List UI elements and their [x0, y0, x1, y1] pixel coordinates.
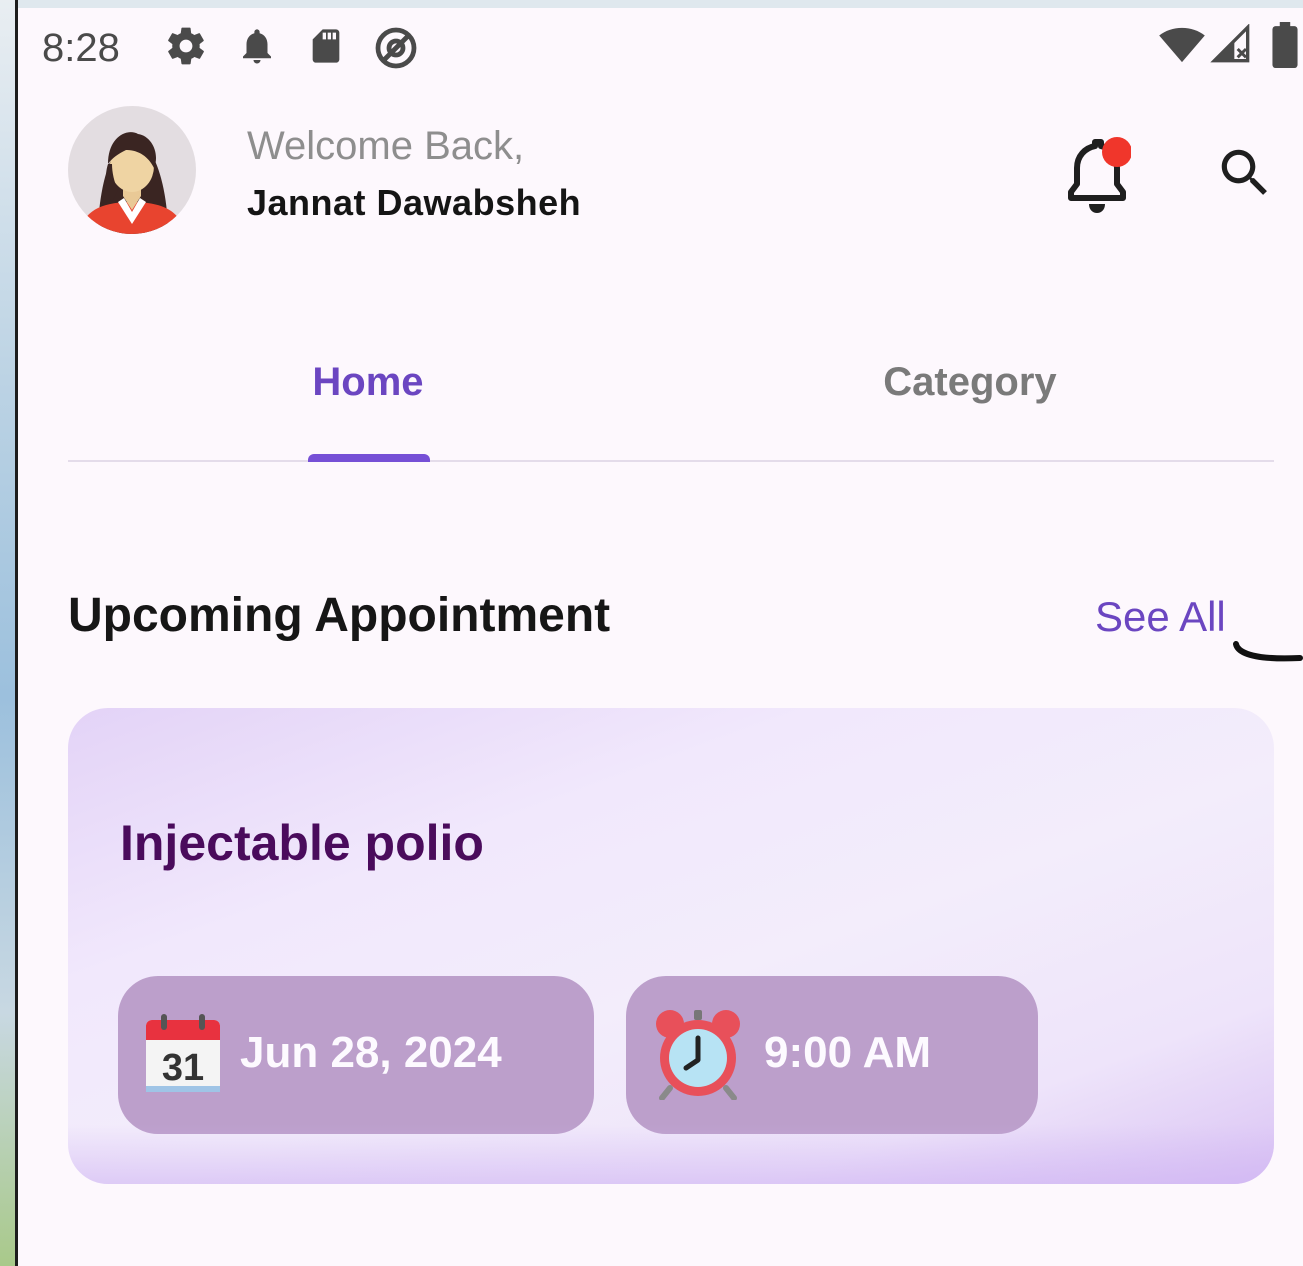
- notification-bell-icon: [243, 29, 271, 64]
- appointment-card[interactable]: Injectable polio 31 Jun 28, 2024 9:00 AM: [68, 708, 1274, 1184]
- notification-badge-dot: [1102, 137, 1131, 167]
- avatar[interactable]: [68, 106, 196, 234]
- decorative-curve: [1233, 641, 1303, 662]
- appointment-time: 9:00 AM: [764, 1028, 932, 1077]
- appointment-title: Injectable polio: [120, 815, 484, 871]
- tab-home[interactable]: Home: [248, 360, 488, 405]
- desktop-background: [0, 0, 16, 1266]
- appointment-date: Jun 28, 2024: [240, 1028, 502, 1077]
- sd-card-icon: [312, 29, 340, 63]
- at-sign-icon: [375, 27, 417, 69]
- status-time: 8:28: [42, 26, 120, 70]
- active-tab-indicator: [308, 454, 430, 462]
- wifi-icon: [1159, 27, 1205, 63]
- time-chip: 9:00 AM: [626, 976, 1038, 1134]
- svg-text:31: 31: [162, 1047, 204, 1089]
- notifications-bell-icon[interactable]: [1061, 132, 1131, 216]
- user-name: Jannat Dawabsheh: [247, 182, 582, 223]
- see-all-link[interactable]: See All: [1095, 593, 1226, 641]
- cell-signal-icon: [1210, 24, 1250, 63]
- tab-category[interactable]: Category: [850, 360, 1090, 405]
- settings-icon: [168, 27, 204, 65]
- date-chip: 31 Jun 28, 2024: [118, 976, 594, 1134]
- welcome-text: Welcome Back,: [247, 124, 525, 168]
- battery-icon: [1272, 22, 1298, 68]
- calendar-icon: 31: [146, 1014, 220, 1092]
- section-title: Upcoming Appointment: [68, 589, 611, 642]
- phone-screen: 8:28 Welcome Back, Jannat Dawabsheh Home…: [18, 8, 1303, 1266]
- alarm-clock-icon: [656, 1010, 740, 1100]
- search-icon[interactable]: [1214, 142, 1276, 204]
- tab-bar-divider: [68, 460, 1274, 462]
